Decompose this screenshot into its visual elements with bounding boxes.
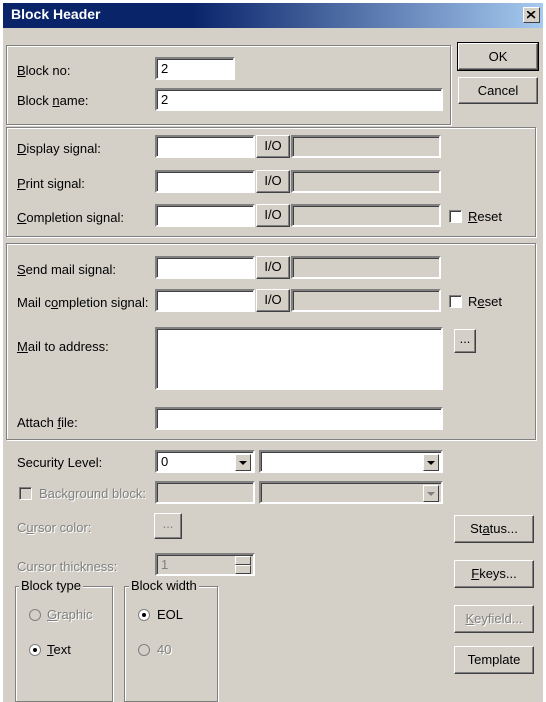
graphic-label: Graphic <box>47 607 93 622</box>
print-signal-io-button[interactable]: I/O <box>256 170 290 193</box>
fkeys-button[interactable]: Fkeys... <box>454 560 534 588</box>
attach-file-field[interactable] <box>155 407 443 430</box>
mail-to-address-label: Mail to address: <box>17 339 109 354</box>
attach-file-label: Attach file: <box>17 415 78 430</box>
completion-signal-field[interactable] <box>155 204 255 227</box>
print-signal-value <box>291 170 441 193</box>
mail-reset-label: Reset <box>468 294 502 309</box>
block-name-field[interactable]: 2 <box>155 88 443 111</box>
security-level-label: Security Level: <box>17 455 103 470</box>
display-signal-field[interactable] <box>155 135 255 158</box>
mail-reset-checkbox[interactable] <box>449 295 462 308</box>
chevron-down-icon[interactable] <box>235 454 251 471</box>
print-signal-field[interactable] <box>155 170 255 193</box>
send-mail-signal-field[interactable] <box>155 256 255 279</box>
block-no-label: Block no: <box>17 63 71 78</box>
template-button[interactable]: Template <box>454 646 534 674</box>
eol-label: EOL <box>157 607 184 622</box>
block-name-label: Block name: <box>17 93 89 108</box>
background-block-checkbox[interactable] <box>19 487 32 500</box>
ok-button[interactable]: OK <box>457 42 539 71</box>
send-mail-signal-label: Send mail signal: <box>17 262 116 277</box>
close-icon <box>527 11 536 19</box>
security-level-value: 0 <box>161 454 169 469</box>
display-signal-label: Display signal: <box>17 141 101 156</box>
background-block-field <box>155 481 255 504</box>
graphic-radio[interactable] <box>29 609 41 621</box>
mail-completion-io-button[interactable]: I/O <box>256 289 290 312</box>
security-level-select[interactable]: 0 <box>155 450 255 473</box>
title-bar: Block Header <box>3 3 543 28</box>
mail-address-browse-button[interactable]: ... <box>454 329 476 353</box>
keyfield-button[interactable]: Keyfield... <box>454 605 534 633</box>
print-signal-label: Print signal: <box>17 176 85 191</box>
close-button[interactable] <box>523 7 540 23</box>
completion-signal-label: Completion signal: <box>17 210 124 225</box>
cursor-thickness-field: 1 <box>155 553 255 576</box>
block-header-dialog: Block Header Block no: 2 Block name: 2 O… <box>3 3 543 702</box>
completion-reset-checkbox[interactable] <box>449 210 462 223</box>
mail-to-address-field[interactable] <box>155 327 443 390</box>
background-block-select <box>259 481 443 504</box>
block-width-title: Block width <box>129 578 199 593</box>
window-title: Block Header <box>11 6 101 22</box>
cancel-button[interactable]: Cancel <box>458 77 538 104</box>
security-level-name-select[interactable] <box>259 450 443 473</box>
chevron-down-icon[interactable] <box>423 454 439 471</box>
status-button[interactable]: Status... <box>454 515 534 543</box>
display-signal-value <box>291 135 441 158</box>
background-block-label: Background block: <box>39 486 146 501</box>
forty-radio[interactable] <box>138 644 150 656</box>
completion-signal-value <box>291 204 441 227</box>
send-mail-io-button[interactable]: I/O <box>256 256 290 279</box>
mail-completion-signal-label: Mail completion signal: <box>17 295 149 310</box>
send-mail-signal-value <box>291 256 441 279</box>
forty-label: 40 <box>157 642 172 657</box>
chevron-down-icon <box>423 485 439 502</box>
eol-radio[interactable] <box>138 609 150 621</box>
mail-completion-signal-value <box>291 289 441 312</box>
cursor-color-button[interactable]: ... <box>154 513 182 539</box>
text-radio[interactable] <box>29 644 41 656</box>
spin-down-icon <box>235 565 251 574</box>
block-type-title: Block type <box>19 578 83 593</box>
completion-reset-label: Reset <box>468 209 502 224</box>
cursor-thickness-label: Cursor thickness: <box>17 559 118 574</box>
spin-up-icon <box>235 556 251 565</box>
block-no-field[interactable]: 2 <box>155 57 235 80</box>
completion-signal-io-button[interactable]: I/O <box>256 204 290 227</box>
text-label: Text <box>47 642 71 657</box>
cursor-thickness-value: 1 <box>161 557 169 572</box>
display-signal-io-button[interactable]: I/O <box>256 135 290 158</box>
cursor-color-label: Cursor color: <box>17 520 92 535</box>
mail-completion-signal-field[interactable] <box>155 289 255 312</box>
